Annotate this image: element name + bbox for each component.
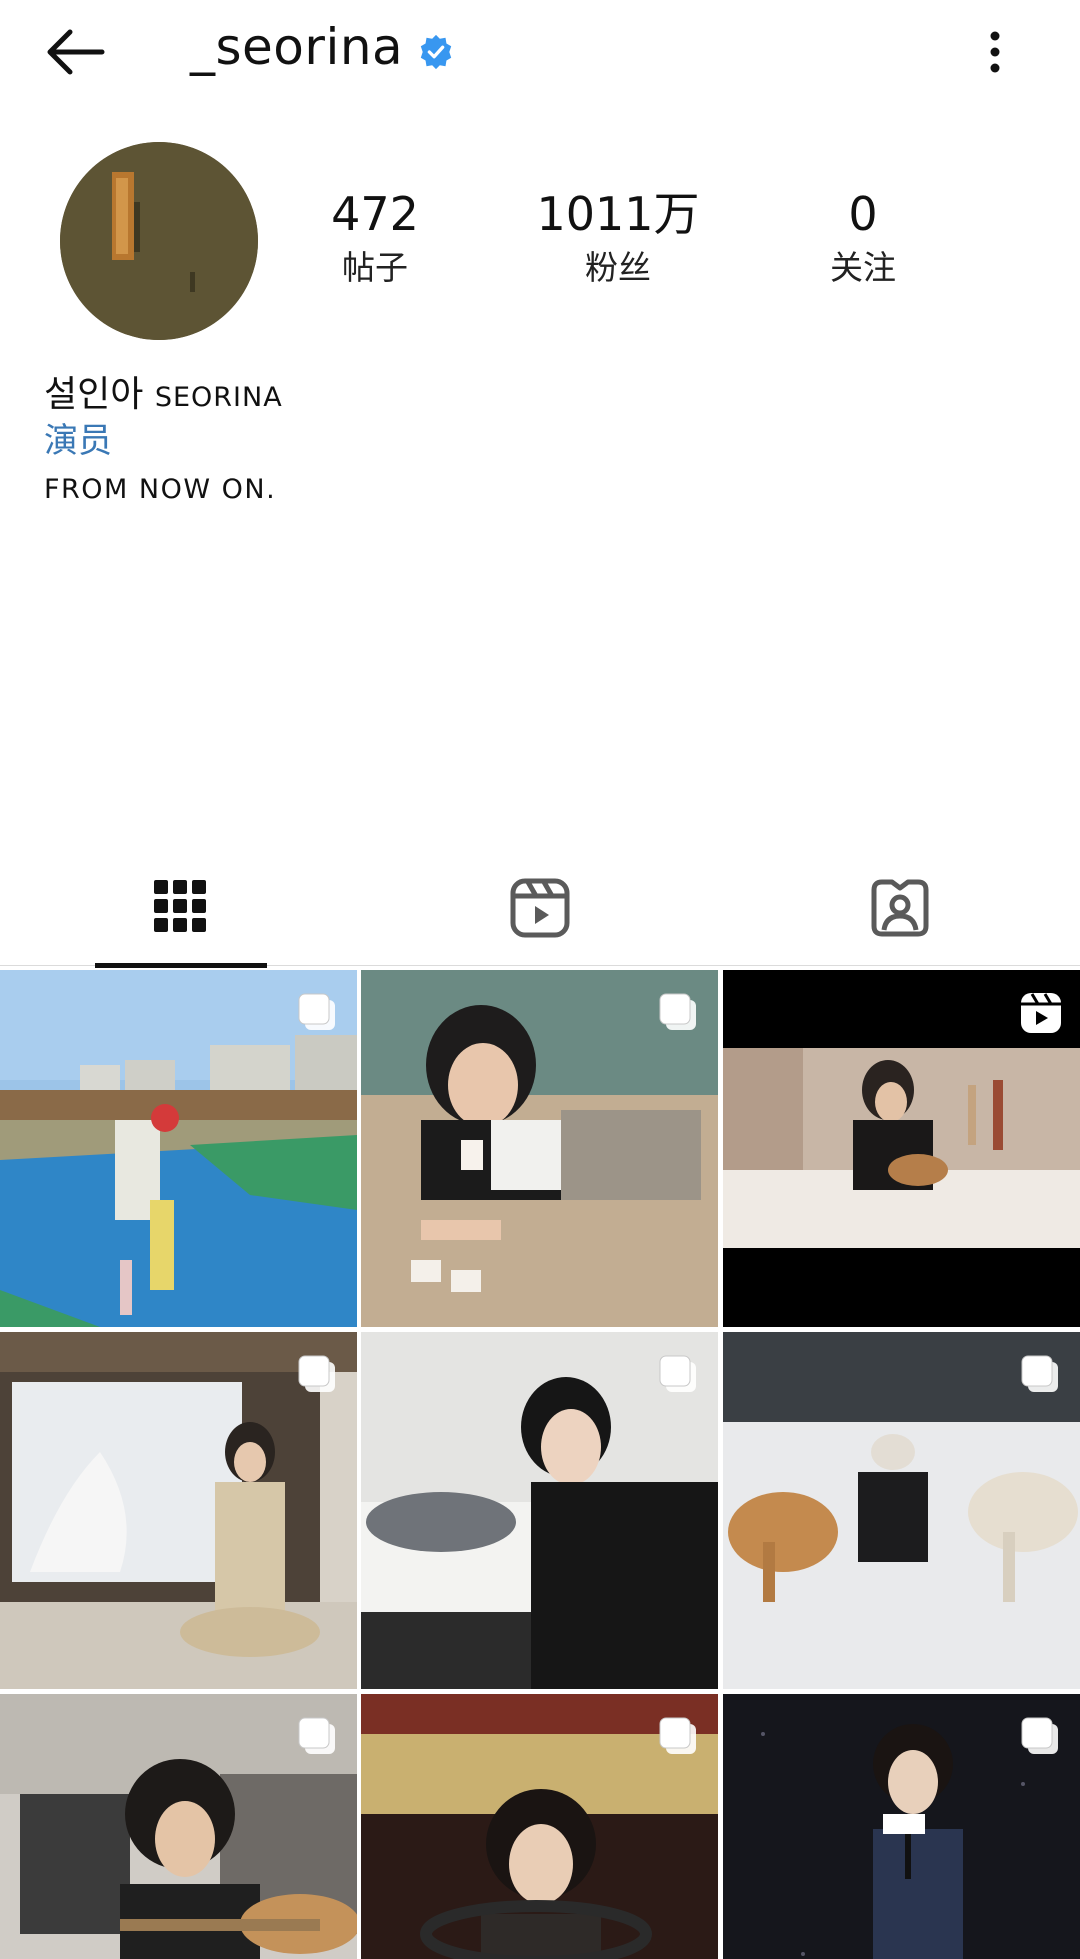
reels-tab[interactable] [360, 862, 720, 966]
selected-tab-indicator [95, 963, 267, 968]
carousel-icon [659, 993, 696, 1030]
back-button[interactable] [40, 22, 110, 82]
grid-post-3[interactable] [723, 970, 1080, 1327]
more-options-button[interactable] [975, 22, 1015, 82]
profile-username: _seorina [190, 18, 404, 76]
grid-post-9[interactable] [723, 1694, 1080, 1959]
carousel-icon [298, 1717, 335, 1754]
followers-count-value: 1011万 [536, 187, 700, 241]
grid-post-1[interactable] [0, 970, 357, 1327]
grid-post-7[interactable] [0, 1694, 357, 1959]
reels-icon [510, 878, 570, 938]
followers-count[interactable]: 1011万 粉丝 [518, 188, 718, 292]
profile-stats: 472 帖子 1011万 粉丝 0 关注 [331, 188, 1040, 298]
following-count-value: 0 [848, 187, 878, 241]
profile-avatar[interactable] [60, 142, 258, 340]
carousel-icon [298, 1355, 335, 1392]
more-vertical-icon [990, 31, 1000, 73]
grid-icon [154, 880, 206, 932]
display-name-korean: 설인아 [44, 374, 144, 415]
grid-post-8[interactable] [361, 1694, 718, 1959]
profile-category[interactable]: 演员 [44, 413, 112, 462]
tagged-tab[interactable] [720, 862, 1080, 966]
followers-count-label: 粉丝 [585, 248, 651, 287]
verified-badge-icon [420, 34, 452, 70]
carousel-icon [298, 993, 335, 1030]
tagged-person-icon [871, 879, 929, 937]
profile-header: _seorina [0, 0, 1080, 110]
profile-bio-text: FROM NOW ON. [44, 474, 277, 505]
grid-post-5[interactable] [361, 1332, 718, 1689]
posts-grid [0, 970, 1080, 1959]
profile-display-name: 설인아 SEORINA [44, 365, 283, 417]
following-count[interactable]: 0 关注 [763, 188, 963, 292]
grid-post-6[interactable] [723, 1332, 1080, 1689]
following-count-label: 关注 [830, 248, 896, 287]
carousel-icon [1021, 1717, 1058, 1754]
posts-grid-tab[interactable] [0, 862, 360, 968]
posts-count-value: 472 [331, 187, 419, 241]
reel-icon [1021, 993, 1061, 1033]
display-name-latin: SEORINA [154, 382, 283, 413]
grid-post-4[interactable] [0, 1332, 357, 1689]
arrow-left-icon [47, 29, 105, 75]
carousel-icon [659, 1717, 696, 1754]
carousel-icon [659, 1355, 696, 1392]
carousel-icon [1021, 1355, 1058, 1392]
profile-tabs [0, 862, 1080, 968]
posts-count-label: 帖子 [342, 248, 408, 287]
posts-count[interactable]: 472 帖子 [275, 188, 475, 292]
grid-post-2[interactable] [361, 970, 718, 1327]
